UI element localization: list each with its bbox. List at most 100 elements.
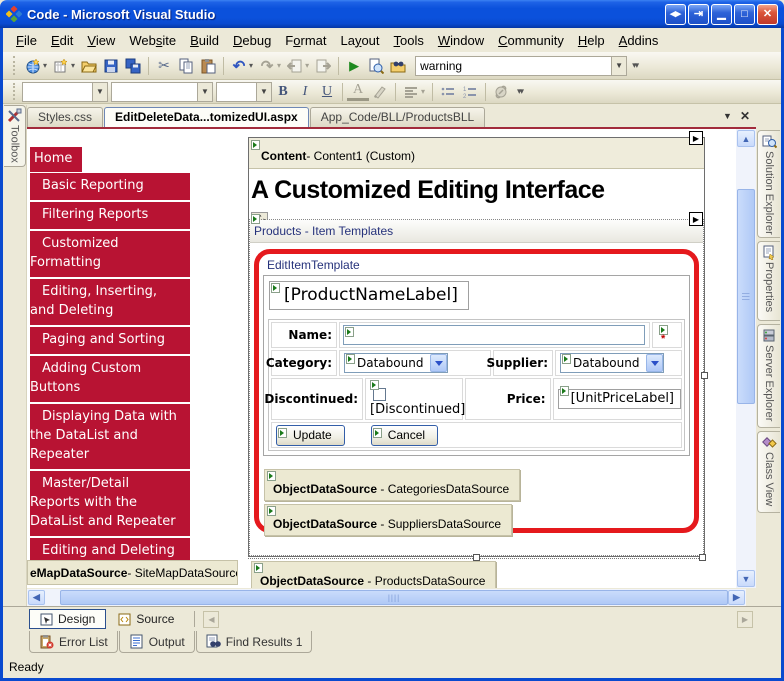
tab-scroll-left-button[interactable]: ◀ bbox=[203, 611, 219, 628]
products-header[interactable]: Products - Item Templates bbox=[250, 220, 703, 243]
suppliers-datasource-control[interactable]: ObjectDataSource - SuppliersDataSource bbox=[264, 504, 512, 536]
redo-icon[interactable]: ↷ bbox=[257, 56, 277, 76]
numbered-list-button[interactable]: 12 bbox=[460, 82, 480, 102]
font-name-input[interactable] bbox=[23, 85, 92, 99]
tab-productsbll[interactable]: App_Code/BLL/ProductsBLL bbox=[310, 107, 485, 127]
tab-design[interactable]: Design bbox=[29, 609, 106, 629]
paste-icon[interactable] bbox=[198, 56, 218, 76]
tab-scroll-right-button[interactable]: ▶ bbox=[737, 611, 753, 628]
maximize-button[interactable]: □ bbox=[734, 4, 755, 25]
pan-arrows-button[interactable]: ◂▸ bbox=[665, 4, 686, 25]
menu-item-community[interactable]: Community bbox=[491, 30, 571, 51]
sidebar-item-basic-reporting[interactable]: Basic Reporting bbox=[30, 173, 190, 202]
style-input[interactable] bbox=[217, 85, 256, 99]
unit-price-label[interactable]: [UnitPriceLabel] bbox=[558, 389, 681, 409]
font-size-combobox[interactable]: ▼ bbox=[111, 82, 213, 102]
menu-item-layout[interactable]: Layout bbox=[333, 30, 386, 51]
toolbox-tab[interactable]: Toolbox bbox=[4, 105, 26, 167]
sidebar-item-editing-inserting-and-deleting[interactable]: Editing, Inserting, and Deleting bbox=[30, 279, 190, 327]
alignment-button[interactable] bbox=[401, 82, 421, 102]
menu-item-build[interactable]: Build bbox=[183, 30, 226, 51]
tab-class-view[interactable]: Class View bbox=[757, 431, 780, 513]
menu-item-debug[interactable]: Debug bbox=[226, 30, 278, 51]
sidebar-item-master-detail-reports-with-the-datalist-and-repeater[interactable]: Master/Detail Reports with the DataList … bbox=[30, 471, 190, 538]
menu-item-view[interactable]: View bbox=[80, 30, 122, 51]
update-button[interactable]: Update bbox=[276, 425, 345, 446]
scroll-left-button[interactable]: ◀ bbox=[28, 590, 45, 605]
category-dropdown[interactable]: Databound bbox=[344, 353, 448, 373]
scroll-right-button[interactable]: ▶ bbox=[728, 590, 745, 605]
highlight-button[interactable] bbox=[370, 82, 390, 102]
font-color-button[interactable]: A bbox=[347, 82, 369, 101]
italic-button[interactable]: I bbox=[294, 84, 316, 100]
active-files-dropdown[interactable]: ▼ bbox=[723, 111, 732, 121]
products-datasource-control[interactable]: ObjectDataSource - ProductsDataSource bbox=[251, 561, 496, 588]
sidebar-item-paging-and-sorting[interactable]: Paging and Sorting bbox=[30, 327, 190, 356]
supplier-dropdown[interactable]: Databound bbox=[560, 353, 664, 373]
chevron-down-icon[interactable] bbox=[646, 354, 663, 372]
undo-icon[interactable]: ↶ bbox=[229, 56, 249, 76]
content-control-header[interactable]: Content - Content1 (Custom) bbox=[249, 138, 704, 169]
tab-error-list[interactable]: Error List bbox=[29, 631, 118, 653]
vertical-scroll-thumb[interactable]: ||| bbox=[737, 189, 755, 404]
product-name-textbox[interactable] bbox=[343, 325, 645, 345]
tab-editdeletedata-aspx[interactable]: EditDeleteData...tomizedUI.aspx bbox=[104, 107, 309, 127]
tab-source[interactable]: Source bbox=[108, 609, 184, 629]
sidebar-item-customized-formatting[interactable]: Customized Formatting bbox=[30, 231, 190, 279]
font-name-combobox[interactable]: ▼ bbox=[22, 82, 108, 102]
close-document-button[interactable]: ✕ bbox=[740, 109, 750, 123]
sidebar-item-home[interactable]: Home bbox=[30, 147, 82, 172]
cancel-button[interactable]: Cancel bbox=[371, 425, 438, 446]
tab-solution-explorer[interactable]: Solution Explorer bbox=[757, 130, 780, 238]
sidebar-item-adding-custom-buttons[interactable]: Adding Custom Buttons bbox=[30, 356, 190, 404]
alignment-dropdown[interactable]: ▾ bbox=[421, 87, 425, 96]
menu-item-format[interactable]: Format bbox=[278, 30, 333, 51]
sidebar-item-filtering-reports[interactable]: Filtering Reports bbox=[30, 202, 190, 231]
add-new-item-icon[interactable] bbox=[51, 56, 71, 76]
selection-handle[interactable] bbox=[701, 372, 708, 379]
start-debugging-icon[interactable]: ▶ bbox=[344, 56, 364, 76]
menu-item-help[interactable]: Help bbox=[571, 30, 612, 51]
tab-find-results[interactable]: Find Results 1 bbox=[196, 631, 313, 653]
scroll-up-button[interactable]: ▲ bbox=[737, 130, 755, 147]
tab-output[interactable]: Output bbox=[119, 631, 195, 653]
selection-handle[interactable] bbox=[699, 554, 706, 561]
selection-handle[interactable] bbox=[473, 554, 480, 561]
tab-styles-css[interactable]: Styles.css bbox=[27, 107, 103, 127]
toolbar-overflow-chevron[interactable]: ▾▾ bbox=[517, 86, 522, 97]
navigate-backward-dropdown[interactable]: ▾ bbox=[305, 61, 309, 70]
categories-datasource-control[interactable]: ObjectDataSource - CategoriesDataSource bbox=[264, 469, 520, 501]
find-combo-dropdown[interactable]: ▼ bbox=[611, 57, 626, 75]
menu-item-window[interactable]: Window bbox=[431, 30, 491, 51]
style-combobox[interactable]: ▼ bbox=[216, 82, 272, 102]
undo-dropdown[interactable]: ▾ bbox=[249, 61, 253, 70]
toolbar-overflow-chevron[interactable]: ▾▾ bbox=[632, 60, 637, 71]
horizontal-scrollbar[interactable]: ◀ |||| ▶ bbox=[27, 589, 746, 606]
menu-item-addins[interactable]: Addins bbox=[612, 30, 666, 51]
menu-item-file[interactable]: File bbox=[9, 30, 44, 51]
scroll-down-button[interactable]: ▼ bbox=[737, 570, 755, 587]
new-website-dropdown[interactable]: ▾ bbox=[43, 61, 47, 70]
tab-properties[interactable]: Properties bbox=[757, 241, 780, 321]
navigate-backward-icon[interactable] bbox=[285, 56, 305, 76]
hyperlink-button[interactable] bbox=[491, 82, 511, 102]
sidebar-item-displaying-data-with-the-datalist-and-repeater[interactable]: Displaying Data with the DataList and Re… bbox=[30, 404, 190, 471]
new-website-icon[interactable] bbox=[23, 56, 43, 76]
navigate-forward-icon[interactable] bbox=[313, 56, 333, 76]
find-in-files-icon[interactable] bbox=[388, 56, 408, 76]
menu-item-edit[interactable]: Edit bbox=[44, 30, 80, 51]
tab-server-explorer[interactable]: Server Explorer bbox=[757, 324, 780, 428]
cut-icon[interactable]: ✂ bbox=[154, 56, 174, 76]
horizontal-scroll-thumb[interactable]: |||| bbox=[60, 590, 728, 605]
toolbar-grip[interactable] bbox=[13, 83, 16, 99]
product-name-label[interactable]: [ProductNameLabel] bbox=[269, 281, 469, 310]
underline-button[interactable]: U bbox=[316, 84, 338, 100]
redo-dropdown[interactable]: ▾ bbox=[277, 61, 281, 70]
bold-button[interactable]: B bbox=[272, 84, 294, 100]
bullet-list-button[interactable] bbox=[438, 82, 458, 102]
content-smart-tag-button[interactable]: ▶ bbox=[689, 131, 703, 145]
font-size-input[interactable] bbox=[112, 85, 197, 99]
find-input[interactable] bbox=[416, 59, 611, 73]
minimize-button[interactable]: ▁ bbox=[711, 4, 732, 25]
view-in-browser-icon[interactable] bbox=[366, 56, 386, 76]
